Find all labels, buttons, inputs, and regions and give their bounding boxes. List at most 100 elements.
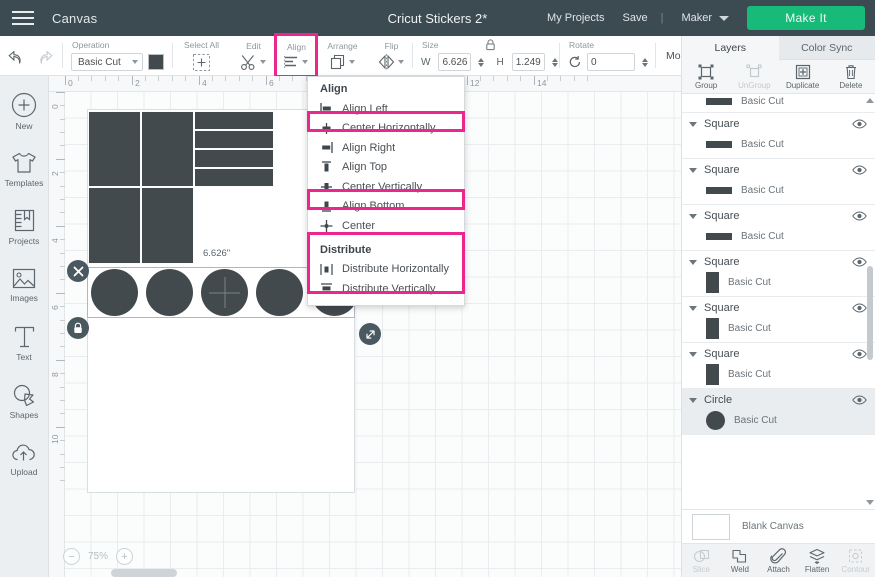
chevron-down-icon[interactable] — [689, 351, 697, 357]
arrange-icon[interactable] — [330, 54, 347, 70]
align-icon[interactable] — [284, 55, 300, 70]
eye-icon[interactable] — [852, 211, 867, 221]
shape-square[interactable] — [141, 187, 194, 264]
my-projects-link[interactable]: My Projects — [538, 12, 613, 24]
shape-square[interactable] — [141, 111, 194, 187]
operation-color-swatch[interactable] — [148, 54, 164, 70]
plus-circle-icon[interactable]: + — [116, 548, 134, 565]
chevron-down-icon[interactable] — [398, 60, 404, 64]
shape-square[interactable] — [88, 111, 141, 187]
save-button[interactable]: Save — [614, 12, 657, 24]
make-it-button[interactable]: Make It — [747, 6, 865, 30]
chevron-down-icon[interactable] — [689, 305, 697, 311]
operation-select[interactable]: Basic Cut — [71, 53, 143, 71]
list-item[interactable]: Square Basic Cut — [682, 297, 875, 343]
menu-item-align-top[interactable]: Align Top — [308, 158, 464, 178]
redo-icon[interactable] — [36, 51, 53, 66]
selection-delete-handle[interactable] — [67, 260, 89, 282]
eye-icon[interactable] — [852, 395, 867, 405]
chevron-down-icon[interactable] — [348, 60, 355, 64]
lock-icon[interactable] — [485, 39, 496, 51]
tab-layers[interactable]: Layers — [682, 36, 779, 60]
group-button[interactable]: Group — [682, 60, 730, 93]
width-stepper[interactable] — [478, 57, 485, 67]
height-stepper[interactable] — [551, 57, 558, 67]
undo-icon[interactable] — [8, 51, 25, 66]
height-input[interactable]: 1.249 — [511, 53, 545, 71]
selection-resize-handle[interactable] — [359, 323, 381, 345]
list-item[interactable]: Square Basic Cut — [682, 343, 875, 389]
rotate-stepper[interactable] — [642, 57, 648, 67]
shape-circle[interactable] — [146, 269, 193, 316]
list-item[interactable]: Circle Basic Cut — [682, 389, 875, 435]
menu-item-align-right[interactable]: Align Right — [308, 138, 464, 158]
eye-icon[interactable] — [852, 303, 867, 313]
shape-circle[interactable] — [256, 269, 303, 316]
menu-item-distribute-vertically[interactable]: Distribute Vertically — [308, 279, 464, 299]
eye-icon[interactable] — [852, 349, 867, 359]
layers-scrollbar[interactable] — [867, 266, 873, 360]
menu-item-distribute-horizontally[interactable]: Distribute Horizontally — [308, 260, 464, 280]
chevron-down-icon[interactable] — [689, 397, 697, 403]
ungroup-button[interactable]: UnGroup — [730, 60, 778, 93]
menu-item-center-vertically[interactable]: Center Vertically — [308, 177, 464, 197]
selection-lock-handle[interactable] — [67, 317, 89, 339]
menu-item-center-horizontally[interactable]: Center Horizontally — [308, 119, 464, 139]
horizontal-scrollbar[interactable] — [111, 569, 177, 577]
sidebar-item-images[interactable]: Images — [0, 256, 48, 314]
shape-square[interactable] — [194, 130, 274, 149]
eye-icon[interactable] — [852, 165, 867, 175]
chevron-down-icon[interactable] — [689, 167, 697, 173]
sidebar-item-new[interactable]: New — [0, 82, 48, 140]
attach-paperclip-icon — [770, 547, 787, 564]
attach-button[interactable]: Attach — [759, 544, 798, 577]
sidebar-item-projects[interactable]: Projects — [0, 198, 48, 256]
scissors-icon[interactable] — [240, 54, 258, 71]
shape-square[interactable] — [194, 111, 274, 130]
align-dropdown-menu: Align Align Left Center Horizontally Ali… — [307, 76, 465, 306]
delete-button[interactable]: Delete — [827, 60, 875, 93]
rotate-icon[interactable] — [568, 55, 582, 69]
contour-button[interactable]: Contour — [836, 544, 875, 577]
sidebar-item-templates[interactable]: Templates — [0, 140, 48, 198]
menu-item-align-left[interactable]: Align Left — [308, 99, 464, 119]
duplicate-button[interactable]: Duplicate — [779, 60, 827, 93]
eye-icon[interactable] — [852, 119, 867, 129]
menu-item-center[interactable]: Center — [308, 216, 464, 236]
list-item[interactable]: Basic Cut — [682, 94, 875, 113]
shape-square[interactable] — [194, 168, 274, 187]
chevron-down-icon[interactable] — [260, 60, 266, 64]
sidebar-item-upload[interactable]: Upload — [0, 430, 48, 488]
sidebar-item-shapes[interactable]: Shapes — [0, 372, 48, 430]
machine-selector[interactable]: Maker — [667, 12, 733, 24]
hamburger-icon[interactable] — [0, 0, 46, 36]
select-all-icon[interactable] — [192, 53, 211, 72]
chevron-down-icon[interactable] — [689, 213, 697, 219]
tab-color-sync[interactable]: Color Sync — [778, 36, 875, 59]
shape-square[interactable] — [194, 149, 274, 168]
chevron-down-icon[interactable] — [689, 259, 697, 265]
scroll-down-arrow[interactable] — [866, 500, 874, 505]
blank-canvas-row[interactable]: Blank Canvas — [682, 509, 875, 543]
flip-icon[interactable] — [378, 54, 396, 70]
slice-button[interactable]: Slice — [682, 544, 721, 577]
sidebar-item-text[interactable]: Text — [0, 314, 48, 372]
minus-circle-icon[interactable]: − — [63, 548, 80, 565]
chevron-down-icon[interactable] — [689, 121, 697, 127]
width-input[interactable]: 6.626 — [438, 53, 472, 71]
chevron-down-icon[interactable] — [302, 60, 308, 64]
rotate-input[interactable]: 0 — [587, 53, 635, 71]
list-item[interactable]: Square Basic Cut — [682, 205, 875, 251]
weld-button[interactable]: Weld — [721, 544, 760, 577]
scroll-up-arrow[interactable] — [866, 98, 874, 103]
list-item[interactable]: Square Basic Cut — [682, 159, 875, 205]
shape-square[interactable] — [88, 187, 141, 264]
shape-circle[interactable] — [91, 269, 138, 316]
eye-icon[interactable] — [852, 257, 867, 267]
flatten-button[interactable]: Flatten — [798, 544, 837, 577]
list-item[interactable]: Square Basic Cut — [682, 251, 875, 297]
list-item[interactable]: Square Basic Cut — [682, 113, 875, 159]
layers-list[interactable]: Basic Cut Square Basic Cut Square Basic … — [682, 94, 875, 509]
menu-item-align-bottom[interactable]: Align Bottom — [308, 197, 464, 217]
align-button[interactable]: Align — [274, 33, 318, 78]
